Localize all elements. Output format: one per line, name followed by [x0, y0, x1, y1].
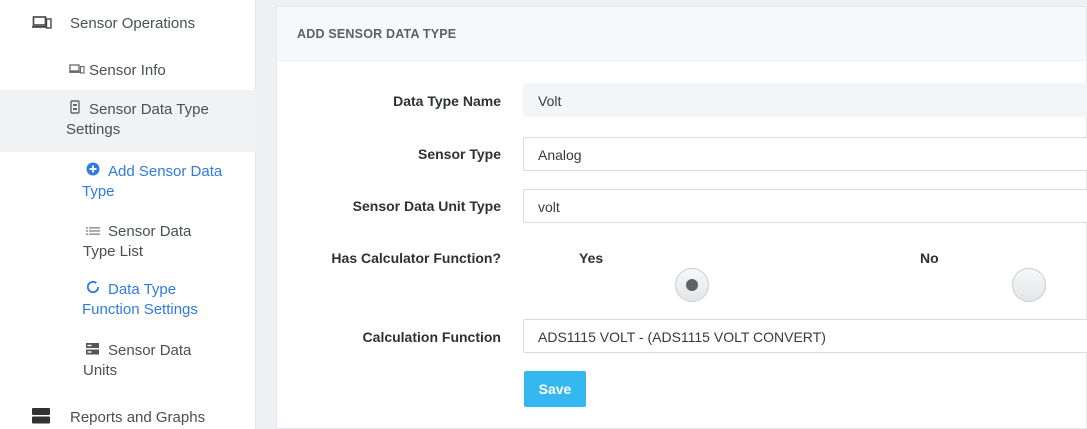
sidebar-item-label: Reports and Graphs — [70, 409, 206, 426]
sidebar-item-sensor-info[interactable]: Sensor Info — [69, 61, 166, 81]
panel-title: ADD SENSOR DATA TYPE — [297, 27, 457, 41]
panel-header: ADD SENSOR DATA TYPE — [277, 7, 1086, 61]
has-calculator-function-label: Has Calculator Function? — [331, 250, 501, 266]
sidebar-item-label-line2: Type — [82, 183, 115, 200]
refresh-circle-icon — [86, 280, 108, 300]
data-type-name-field[interactable]: Volt — [523, 83, 1087, 117]
sidebar-item-label: Sensor Operations — [70, 15, 196, 32]
sidebar-item-label-line2: Function Settings — [82, 301, 198, 318]
unit-type-label: Sensor Data Unit Type — [352, 198, 501, 214]
sidebar-item-sensor-data-type-list[interactable]: Sensor Data Type List — [83, 222, 246, 262]
sidebar-item-sensor-operations[interactable]: Sensor Operations — [32, 14, 195, 36]
sidebar-item-add-sensor-data-type[interactable]: Add Sensor Data Type — [82, 162, 246, 202]
sidebar-item-label-line2: Type List — [83, 243, 144, 260]
plus-circle-icon — [86, 162, 108, 182]
unit-type-select[interactable]: volt — [523, 189, 1087, 223]
list-icon — [86, 222, 108, 242]
save-button[interactable]: Save — [524, 371, 586, 407]
sidebar-item-label: Sensor Data — [108, 223, 192, 240]
sidebar-item-reports-and-graphs[interactable]: Reports and Graphs — [32, 408, 205, 429]
calculation-function-select[interactable]: ADS1115 VOLT - (ADS1115 VOLT CONVERT) — [523, 319, 1087, 353]
calculation-function-label: Calculation Function — [362, 329, 501, 345]
sidebar-item-label-line2: Settings — [66, 121, 121, 138]
sensor-chip-icon — [69, 100, 89, 120]
sidebar-item-label: Add Sensor Data — [108, 163, 223, 180]
radio-selected-dot — [686, 279, 698, 291]
storage-icon — [32, 408, 58, 429]
sidebar: Sensor Operations Sensor Info Sensor Dat… — [0, 0, 256, 429]
sidebar-item-sensor-data-units[interactable]: Sensor Data Units — [83, 341, 246, 381]
sidebar-item-sensor-data-type-settings[interactable]: Sensor Data Type Settings — [66, 100, 239, 140]
devices-icon — [32, 14, 58, 36]
data-type-name-label: Data Type Name — [393, 93, 501, 109]
radio-yes[interactable] — [675, 268, 709, 302]
sidebar-item-label: Sensor Data Type — [89, 101, 209, 118]
radio-yes-label: Yes — [579, 250, 604, 266]
sidebar-item-label: Sensor Info — [89, 62, 166, 79]
sidebar-item-data-type-function-settings[interactable]: Data Type Function Settings — [82, 280, 246, 320]
sensor-type-label: Sensor Type — [418, 146, 501, 162]
devices-icon — [69, 61, 89, 81]
radio-no-label: No — [920, 250, 939, 266]
radio-no[interactable] — [1012, 268, 1046, 302]
add-sensor-data-type-panel: ADD SENSOR DATA TYPE Data Type Name Volt… — [276, 6, 1087, 429]
sensor-type-select[interactable]: Analog — [523, 137, 1087, 171]
sidebar-item-label: Data Type — [108, 281, 177, 298]
server-icon — [86, 341, 108, 361]
sidebar-item-label: Sensor Data — [108, 342, 192, 359]
sidebar-item-label-line2: Units — [83, 362, 118, 379]
